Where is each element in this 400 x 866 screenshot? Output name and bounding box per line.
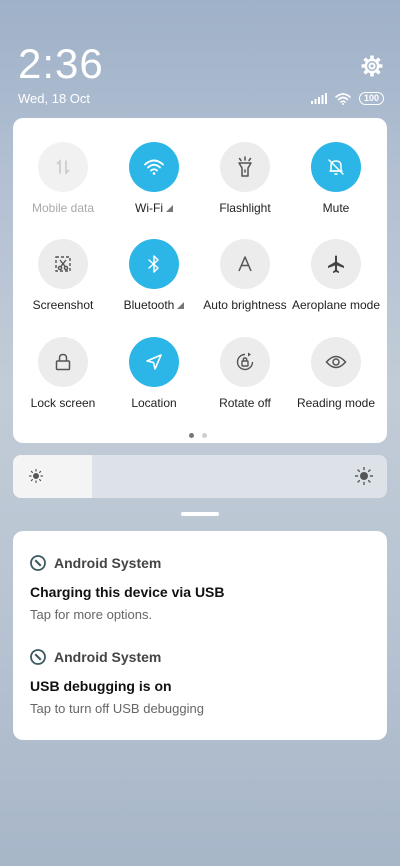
tile-label: Aeroplane mode: [291, 298, 381, 312]
lock-screen-button[interactable]: [38, 337, 88, 387]
rotate-toggle[interactable]: [220, 337, 270, 387]
tile-wifi[interactable]: Wi-Fi: [107, 142, 201, 215]
tile-flashlight[interactable]: Flashlight: [198, 142, 292, 215]
mobile-data-icon: [56, 159, 70, 175]
flashlight-toggle[interactable]: [220, 142, 270, 192]
tile-label: Lock screen: [30, 396, 96, 410]
tile-label: Screenshot: [32, 298, 94, 312]
date[interactable]: Wed, 18 Oct: [18, 91, 90, 106]
android-system-icon: [30, 555, 46, 571]
tile-lock-screen[interactable]: Lock screen: [16, 337, 110, 410]
signal-icon: [310, 93, 327, 104]
brightness-high-icon: [355, 467, 373, 485]
tile-rotate[interactable]: Rotate off: [198, 337, 292, 410]
tile-label: Location: [131, 396, 177, 410]
tile-label: Flashlight: [219, 201, 271, 215]
status-icons: 100: [310, 92, 384, 105]
tile-label: Rotate off: [219, 396, 271, 410]
location-arrow-icon: [146, 354, 162, 370]
brightness-low-icon: [29, 469, 43, 483]
mute-toggle[interactable]: [311, 142, 361, 192]
notification-app-row: Android System: [30, 649, 370, 665]
notification-text: Tap to turn off USB debugging: [30, 701, 204, 716]
tile-label: Mobile data: [31, 201, 95, 215]
notification-title: Charging this device via USB: [30, 584, 225, 600]
page-dot[interactable]: [189, 433, 194, 438]
notification-usb-debugging[interactable]: Android System USB debugging is on Tap t…: [30, 649, 370, 716]
aeroplane-toggle[interactable]: [311, 239, 361, 289]
tile-mute[interactable]: Mute: [289, 142, 383, 215]
tile-label: Reading mode: [296, 396, 376, 410]
wifi-label: Wi-Fi: [135, 201, 163, 215]
drag-handle[interactable]: [181, 512, 219, 516]
auto-brightness-icon: [238, 256, 252, 272]
wifi-toggle[interactable]: [129, 142, 179, 192]
location-toggle[interactable]: [129, 337, 179, 387]
tile-location[interactable]: Location: [107, 337, 201, 410]
notification-title: USB debugging is on: [30, 678, 172, 694]
expand-triangle-icon: [177, 302, 185, 309]
screenshot-icon: [55, 256, 71, 272]
bluetooth-icon: [148, 255, 159, 273]
page-dot[interactable]: [202, 433, 207, 438]
mute-bell-icon: [328, 159, 344, 175]
mobile-data-toggle[interactable]: [38, 142, 88, 192]
battery-level: 100: [358, 92, 384, 105]
expand-triangle-icon: [165, 205, 173, 212]
auto-brightness-toggle[interactable]: [220, 239, 270, 289]
flashlight-icon: [238, 156, 252, 177]
tile-aeroplane[interactable]: Aeroplane mode: [289, 239, 383, 312]
reading-mode-toggle[interactable]: [311, 337, 361, 387]
notification-app-name: Android System: [54, 555, 162, 571]
notification-app-row: Android System: [30, 555, 370, 571]
tile-screenshot[interactable]: Screenshot: [16, 239, 110, 312]
settings-gear-icon[interactable]: [360, 54, 384, 78]
quick-settings-panel: Mobile data Wi-Fi Flashlight Mute Screen…: [13, 118, 387, 443]
brightness-slider[interactable]: [13, 455, 387, 498]
tile-mobile-data[interactable]: Mobile data: [16, 142, 110, 215]
rotate-lock-icon: [236, 352, 254, 371]
tile-reading-mode[interactable]: Reading mode: [289, 337, 383, 410]
tile-label: Bluetooth: [107, 298, 201, 312]
android-system-icon: [30, 649, 46, 665]
lock-icon: [55, 353, 71, 371]
tile-label: Auto brightness: [203, 298, 287, 312]
clock[interactable]: 2:36: [18, 40, 104, 88]
eye-icon: [325, 355, 347, 369]
brightness-fill: [13, 455, 92, 498]
notification-card: Android System Charging this device via …: [13, 531, 387, 740]
aeroplane-icon: [328, 255, 344, 273]
tile-label: Wi-Fi: [107, 201, 201, 215]
notification-text: Tap for more options.: [30, 607, 153, 622]
bluetooth-label: Bluetooth: [123, 298, 175, 312]
wifi-status-icon: [335, 92, 351, 105]
notification-usb-charging[interactable]: Android System Charging this device via …: [30, 555, 370, 622]
tile-label: Mute: [322, 201, 350, 215]
bluetooth-toggle[interactable]: [129, 239, 179, 289]
screenshot-button[interactable]: [38, 239, 88, 289]
notification-app-name: Android System: [54, 649, 162, 665]
tile-auto-brightness[interactable]: Auto brightness: [198, 239, 292, 312]
page-indicator: [189, 433, 207, 438]
wifi-icon: [144, 159, 164, 175]
tile-bluetooth[interactable]: Bluetooth: [107, 239, 201, 312]
